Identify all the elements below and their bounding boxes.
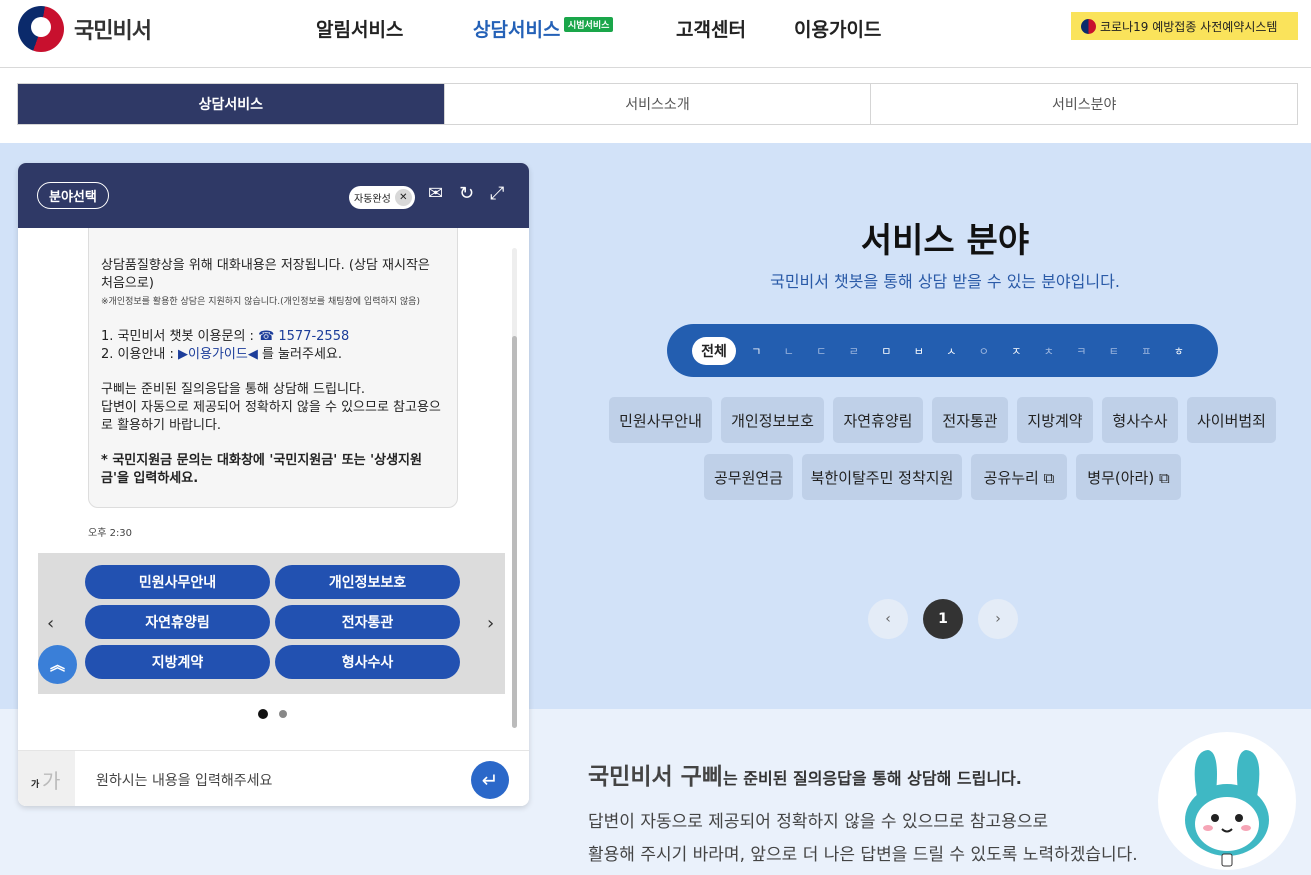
tab-service-intro[interactable]: 서비스소개 [443, 84, 871, 124]
government-emblem-icon [18, 6, 64, 52]
contact-line: 1. 국민비서 챗봇 이용문의 : ☎ 1577-2558 [101, 329, 350, 344]
beta-badge: 시범서비스 [564, 17, 614, 32]
consonant-button[interactable]: ㄹ [838, 343, 871, 359]
expand-icon[interactable]: ⤢ [490, 185, 504, 203]
auto-complete-label: 자동완성 [354, 194, 391, 205]
intro-heading-name: 국민비서 구삐 [588, 764, 723, 790]
close-icon[interactable]: ✕ [394, 189, 412, 206]
scroll-top-button[interactable]: ︽ [38, 645, 77, 684]
carousel-dot[interactable] [279, 710, 287, 718]
chat-header: 분야선택 자동완성 ✕ ✉ ↻ ⤢ [18, 163, 529, 228]
support-fund-notice: * 국민지원금 문의는 대화창에 '국민지원금' 또는 '상생지원금'을 입력하… [101, 453, 422, 486]
quick-reply-button[interactable]: 민원사무안내 [85, 565, 270, 599]
service-tag[interactable]: 지방계약 [1017, 397, 1093, 443]
consonant-button[interactable]: ㅍ [1130, 343, 1163, 359]
quick-reply-button[interactable]: 형사수사 [275, 645, 460, 679]
pagination-page-current[interactable]: 1 [923, 599, 963, 639]
send-button[interactable]: ↵ [471, 761, 509, 799]
enter-icon: ↵ [481, 768, 499, 792]
tab-consult-service[interactable]: 상담서비스 [18, 84, 444, 124]
nav-consult-service[interactable]: 상담서비스 [473, 15, 560, 42]
chevron-left-icon[interactable]: ‹ [47, 613, 54, 634]
service-field-title: 서비스 분야 [860, 221, 1030, 261]
intro-heading: 국민비서 구삐는 준비된 질의응답을 통해 상담해 드립니다. [588, 757, 1022, 791]
pagination-next-button[interactable]: › [978, 599, 1018, 639]
intro-heading-rest: 는 준비된 질의응답을 통해 상담해 드립니다. [722, 769, 1022, 788]
chevron-right-icon[interactable]: › [487, 613, 494, 634]
service-tag[interactable]: 자연휴양림 [833, 397, 923, 443]
message-save-notice: 상담품질향상을 위해 대화내용은 저장됩니다. (상담 재시작은 처음으로) [101, 258, 430, 291]
privacy-note: ※개인정보를 활용한 상담은 지원하지 않습니다.(개인정보를 채팅창에 입력하… [101, 297, 420, 307]
carousel-dot-active[interactable] [258, 709, 268, 719]
usage-guide-link[interactable]: ▶이용가이드◀ [178, 347, 258, 362]
consonant-button[interactable]: ㄷ [805, 343, 838, 359]
covid-vaccine-banner[interactable]: 코로나19 예방접종 사전예약시스템 [1071, 12, 1298, 40]
refresh-icon[interactable]: ↻ [459, 185, 474, 203]
bot-message-bubble: 상담품질향상을 위해 대화내용은 저장됩니다. (상담 재시작은 처음으로) ※… [88, 228, 458, 508]
service-tag[interactable]: 민원사무안내 [609, 397, 712, 443]
guide-line: 2. 이용안내 : ▶이용가이드◀ 를 눌러주세요. [101, 347, 342, 362]
rabbit-mascot-icon [1185, 750, 1269, 867]
chat-scrollbar-thumb[interactable] [512, 336, 517, 728]
consonant-button[interactable]: ㅇ [968, 343, 1001, 359]
service-tag[interactable]: 공무원연금 [704, 454, 793, 500]
pagination-prev-button[interactable]: ‹ [868, 599, 908, 639]
consonant-button[interactable]: ㄴ [773, 343, 806, 359]
service-tag[interactable]: 형사수사 [1102, 397, 1178, 443]
intro-line-2: 활용해 주시기 바라며, 앞으로 더 나은 답변을 드릴 수 있도록 노력하겠습… [588, 845, 1138, 865]
consonant-button[interactable]: ㄱ [740, 343, 773, 359]
quick-reply-button[interactable]: 자연휴양림 [85, 605, 270, 639]
site-header: 국민비서 알림서비스 상담서비스 시범서비스 고객센터 이용가이드 코로나19 … [0, 0, 1311, 68]
quick-reply-button[interactable]: 전자통관 [275, 605, 460, 639]
phone-link[interactable]: ☎ 1577-2558 [258, 329, 349, 344]
service-tag-external[interactable]: 공유누리 ⧉ [971, 454, 1067, 500]
quick-reply-carousel: ‹ 민원사무안내 개인정보보호 자연휴양림 전자통관 지방계약 형사수사 › [38, 553, 505, 694]
consonant-button[interactable]: ㅂ [903, 343, 936, 359]
chat-input-bar: 가 가 원하시는 내용을 입력해주세요 ↵ [18, 750, 529, 806]
quick-reply-button[interactable]: 지방계약 [85, 645, 270, 679]
chat-messages: 상담품질향상을 위해 대화내용은 저장됩니다. (상담 재시작은 처음으로) ※… [18, 228, 529, 750]
covid-banner-text: 코로나19 예방접종 사전예약시스템 [1100, 19, 1278, 34]
nav-customer-center[interactable]: 고객센터 [676, 15, 746, 42]
consonant-all-button[interactable]: 전체 [692, 336, 736, 365]
service-tag[interactable]: 전자통관 [932, 397, 1008, 443]
bot-description-1: 구삐는 준비된 질의응답을 통해 상담해 드립니다. [101, 382, 365, 397]
consonant-button[interactable]: ㅊ [1033, 343, 1066, 359]
consonant-button[interactable]: ㅎ [1163, 343, 1196, 359]
quick-reply-button[interactable]: 개인정보보호 [275, 565, 460, 599]
service-tag[interactable]: 북한이탈주민 정착지원 [802, 454, 962, 500]
field-select-button[interactable]: 분야선택 [37, 182, 109, 209]
nav-notification-service[interactable]: 알림서비스 [316, 15, 403, 42]
message-time: 오후 2:30 [88, 528, 133, 539]
consonant-filter: 전체 ㄱ ㄴ ㄷ ㄹ ㅁ ㅂ ㅅ ㅇ ㅈ ㅊ ㅋ ㅌ ㅍ ㅎ [667, 324, 1218, 377]
chatbot-window: 분야선택 자동완성 ✕ ✉ ↻ ⤢ 상담품질향상을 위해 대화내용은 저장됩니다… [18, 163, 529, 806]
service-tag[interactable]: 개인정보보호 [721, 397, 824, 443]
consonant-button[interactable]: ㅁ [870, 343, 903, 359]
consonant-button[interactable]: ㅋ [1065, 343, 1098, 359]
consonant-button[interactable]: ㅌ [1098, 343, 1131, 359]
service-field-subtitle: 국민비서 챗봇을 통해 상담 받을 수 있는 분야입니다. [770, 272, 1120, 291]
mail-icon[interactable]: ✉ [428, 185, 443, 203]
tab-service-field[interactable]: 서비스분야 [870, 84, 1297, 124]
nav-usage-guide[interactable]: 이용가이드 [794, 15, 881, 42]
service-tag-external[interactable]: 병무(아라) ⧉ [1076, 454, 1181, 500]
logo-text: 국민비서 [74, 19, 152, 44]
site-logo[interactable]: 국민비서 [18, 6, 152, 52]
font-size-small-label: 가 [31, 780, 40, 790]
consonant-button[interactable]: ㅈ [1000, 343, 1033, 359]
font-size-toggle[interactable]: 가 가 [18, 751, 75, 806]
gubbi-mascot [1158, 732, 1296, 870]
taegeuk-icon [1081, 18, 1096, 34]
consonant-button[interactable]: ㅅ [935, 343, 968, 359]
chat-input-field[interactable]: 원하시는 내용을 입력해주세요 [96, 770, 272, 790]
service-tag[interactable]: 사이버범죄 [1187, 397, 1276, 443]
font-size-big-label: 가 [42, 769, 61, 793]
bot-description-2: 답변이 자동으로 제공되어 정확하지 않을 수 있으므로 참고용으로 활용하기 … [101, 400, 441, 433]
auto-complete-toggle[interactable]: 자동완성 ✕ [349, 186, 415, 209]
intro-line-1: 답변이 자동으로 제공되어 정확하지 않을 수 있으므로 참고용으로 [588, 812, 1049, 832]
sub-tabs: 상담서비스 서비스소개 서비스분야 [17, 83, 1298, 125]
